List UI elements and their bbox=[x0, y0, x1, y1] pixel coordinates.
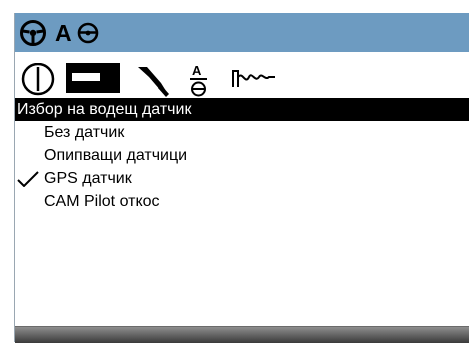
signal-graph-icon[interactable] bbox=[229, 63, 279, 103]
guidance-sensor-list: Без датчик Опипващи датчици GPS датчик C… bbox=[15, 121, 469, 213]
auto-steer-icon[interactable]: A bbox=[55, 19, 103, 47]
title-bar: A bbox=[15, 13, 469, 52]
menu-item-feeler-sensors[interactable]: Опипващи датчици bbox=[15, 144, 469, 167]
menu-item-label: GPS датчик bbox=[44, 170, 132, 187]
menu-item-cam-pilot[interactable]: CAM Pilot откос bbox=[15, 190, 469, 213]
auto-steer-letter: A bbox=[55, 20, 72, 46]
checkmark-icon bbox=[17, 171, 39, 187]
on-off-icon[interactable] bbox=[18, 63, 60, 103]
menu-item-label: Без датчик bbox=[44, 124, 125, 141]
tool-icon[interactable] bbox=[133, 63, 173, 103]
bottom-bar bbox=[15, 326, 469, 343]
menu-item-no-sensor[interactable]: Без датчик bbox=[15, 121, 469, 144]
auto-steer-settings-icon[interactable]: A bbox=[187, 63, 217, 103]
menu-item-label: Опипващи датчици bbox=[44, 147, 188, 164]
menu-item-gps-sensor[interactable]: GPS датчик bbox=[15, 167, 469, 190]
implement-bar-icon[interactable] bbox=[66, 63, 122, 103]
app-window: A A Избор на водещ датчик Без датчик Опи… bbox=[14, 13, 469, 343]
menu-title: Избор на водещ датчик bbox=[15, 98, 469, 121]
auto-steer-settings-letter: A bbox=[192, 63, 202, 78]
menu-item-label: CAM Pilot откос bbox=[44, 193, 160, 210]
steering-wheel-icon[interactable] bbox=[19, 19, 47, 47]
